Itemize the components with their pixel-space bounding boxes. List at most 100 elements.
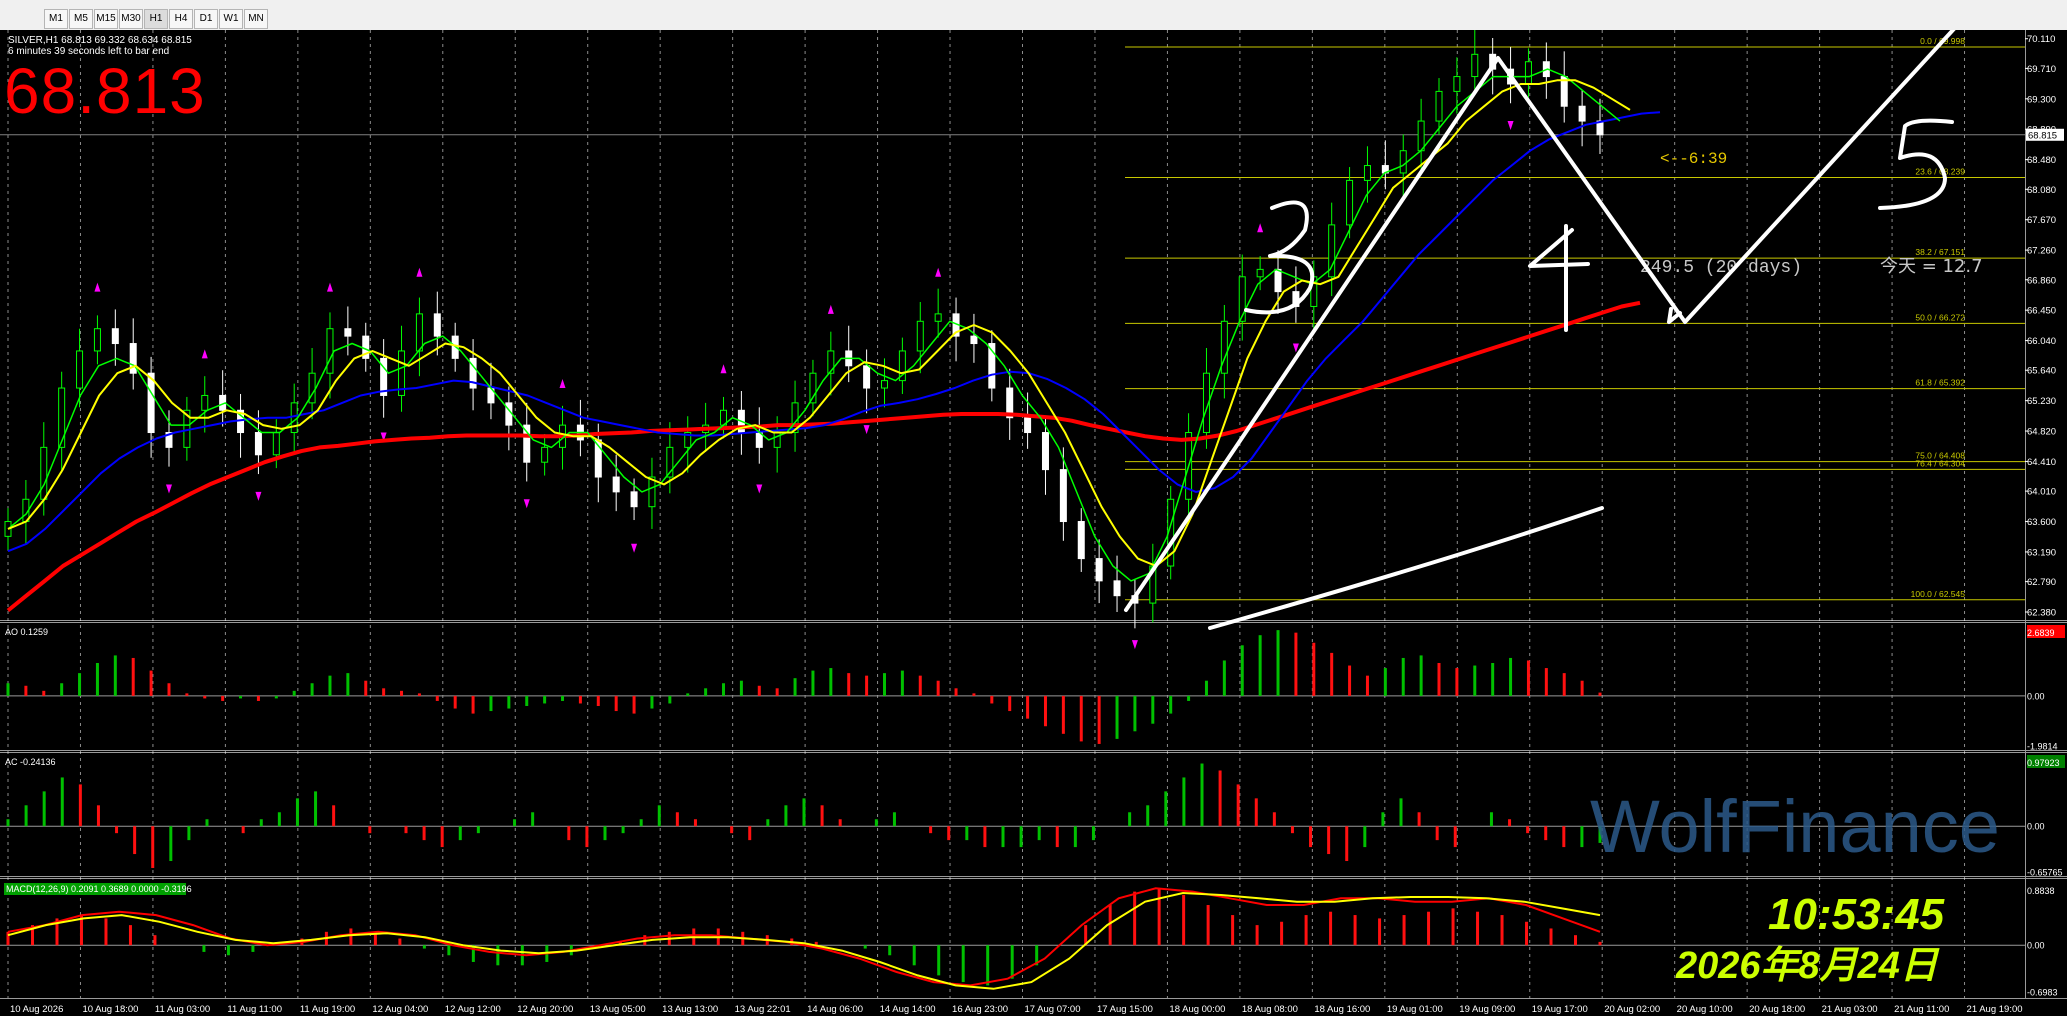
- time-axis-label: 12 Aug 04:00: [372, 1004, 428, 1015]
- fibo-level-label: 61.8 / 65.392: [1915, 378, 1965, 388]
- time-axis-label: 21 Aug 03:00: [1822, 1004, 1878, 1015]
- timeframe-h4[interactable]: H4: [169, 9, 193, 29]
- timeframe-mn[interactable]: MN: [244, 9, 268, 29]
- symbol-info: SILVER,H1 68.813 69.332 68.634 68.815: [8, 35, 192, 46]
- time-axis-label: 11 Aug 03:00: [155, 1004, 210, 1015]
- time-axis-label: 21 Aug 19:00: [1967, 1004, 2023, 1015]
- candle-body: [1274, 268, 1282, 293]
- time-axis-label: 17 Aug 07:00: [1025, 1004, 1081, 1015]
- price-tick-label: 63.190: [2027, 547, 2056, 558]
- time-axis-label: 10 Aug 2026: [10, 1004, 63, 1015]
- ac-title: AC -0.24136: [5, 757, 56, 767]
- bar-timer: 6 minutes 39 seconds left to bar end: [8, 46, 170, 57]
- candle-body: [415, 313, 423, 352]
- candle-body: [773, 432, 781, 448]
- candle-body: [1095, 558, 1103, 582]
- macd-tick-label: 0.8838: [2027, 886, 2055, 896]
- price-tick-label: 70.110: [2027, 34, 2055, 45]
- candle-body: [1435, 90, 1443, 122]
- candle-body: [1578, 105, 1586, 122]
- price-tick-label: 66.860: [2027, 275, 2056, 286]
- ao-title: AO 0.1259: [5, 627, 48, 637]
- candle-body: [147, 372, 155, 434]
- time-axis-label: 13 Aug 22:01: [735, 1004, 791, 1015]
- candle-body: [326, 328, 334, 374]
- timeframe-m5[interactable]: M5: [69, 9, 93, 29]
- candle-body: [1346, 179, 1354, 226]
- timeframe-m1[interactable]: M1: [44, 9, 68, 29]
- time-axis-label: 18 Aug 16:00: [1314, 1004, 1370, 1015]
- timeframe-w1[interactable]: W1: [219, 9, 243, 29]
- candle-body: [254, 432, 262, 456]
- clock-time: 10:53:45: [1768, 890, 1945, 939]
- candle-body: [58, 387, 66, 448]
- candle-body: [1024, 417, 1032, 434]
- current-price-label: 68.815: [2028, 130, 2057, 141]
- timeframe-h1[interactable]: H1: [144, 9, 168, 29]
- price-tick-label: 69.710: [2027, 64, 2056, 75]
- candle-body: [916, 320, 924, 352]
- candle-body: [648, 476, 656, 508]
- timeframe-m15[interactable]: M15: [94, 9, 118, 29]
- time-axis-label: 11 Aug 11:00: [227, 1004, 282, 1015]
- candle-body: [1077, 521, 1085, 560]
- candle-body: [934, 313, 942, 322]
- candle-body: [290, 402, 298, 434]
- macd-title: MACD(12,26,9) 0.2091 0.3689 0.0000 -0.31…: [6, 884, 192, 894]
- ac-tick-label: 0.97923: [2027, 758, 2060, 768]
- candle-body: [129, 343, 137, 374]
- candle-body: [1399, 150, 1407, 174]
- time-axis-label: 18 Aug 00:00: [1169, 1004, 1225, 1015]
- time-axis-label: 11 Aug 19:00: [300, 1004, 355, 1015]
- price-tick-label: 67.260: [2027, 246, 2056, 257]
- price-tick-label: 62.790: [2027, 577, 2056, 588]
- candle-body: [880, 380, 888, 389]
- wolffinance-watermark: WolfFinance: [1590, 785, 2000, 868]
- candle-body: [505, 402, 513, 426]
- candle-body: [1363, 165, 1371, 181]
- fibo-level-label: 100.0 / 62.545: [1911, 589, 1966, 599]
- price-tick-label: 66.450: [2027, 306, 2056, 317]
- candle-body: [1113, 580, 1121, 597]
- candle-body: [201, 394, 209, 411]
- time-axis-label: 13 Aug 13:00: [662, 1004, 718, 1015]
- time-axis-label: 19 Aug 09:00: [1459, 1004, 1515, 1015]
- time-axis-label: 19 Aug 01:00: [1387, 1004, 1443, 1015]
- today-info: 今天 = 12.7: [1880, 256, 1983, 277]
- ac-tick-label: 0.00: [2027, 822, 2045, 832]
- timeframe-toolbar: M1 M5 M15 M30 H1 H4 D1 W1 MN: [0, 0, 2067, 31]
- time-axis-label: 20 Aug 10:00: [1677, 1004, 1733, 1015]
- price-tick-label: 67.670: [2027, 215, 2056, 226]
- time-axis-label: 10 Aug 18:00: [82, 1004, 138, 1015]
- time-axis-label: 18 Aug 08:00: [1242, 1004, 1298, 1015]
- time-axis-label: 12 Aug 20:00: [517, 1004, 573, 1015]
- clock-date: 2026年8月24日: [1676, 945, 1938, 987]
- candle-body: [344, 328, 352, 337]
- candle-body: [1041, 432, 1049, 471]
- bar-countdown: <--6:39: [1660, 150, 1727, 168]
- fibo-level-label: 50.0 / 66.272: [1915, 312, 1965, 322]
- timeframe-m30[interactable]: M30: [119, 9, 143, 29]
- ac-tick-label: -0.65765: [2027, 868, 2063, 878]
- time-axis-label: 13 Aug 05:00: [590, 1004, 646, 1015]
- timeframe-d1[interactable]: D1: [194, 9, 218, 29]
- price-tick-label: 69.300: [2027, 94, 2056, 105]
- candle-body: [1471, 53, 1479, 78]
- time-axis-label: 14 Aug 06:00: [807, 1004, 863, 1015]
- price-tick-label: 64.410: [2027, 457, 2056, 468]
- candle-body: [1256, 268, 1264, 278]
- time-axis-label: 14 Aug 14:00: [880, 1004, 936, 1015]
- candle-body: [1059, 469, 1067, 523]
- price-tick-label: 68.080: [2027, 185, 2056, 196]
- candle-body: [111, 328, 119, 345]
- candle-body: [827, 350, 835, 374]
- macd-tick-label: -0.6983: [2027, 988, 2058, 998]
- price-tick-label: 66.040: [2027, 336, 2056, 347]
- fibo-level-label: 76.4 / 64.304: [1915, 458, 1965, 468]
- time-axis-label: 17 Aug 15:00: [1097, 1004, 1153, 1015]
- candle-body: [1453, 76, 1461, 92]
- price-tick-label: 65.640: [2027, 366, 2056, 377]
- time-axis-label: 12 Aug 12:00: [445, 1004, 501, 1015]
- candle-body: [76, 350, 84, 389]
- candle-body: [541, 446, 549, 463]
